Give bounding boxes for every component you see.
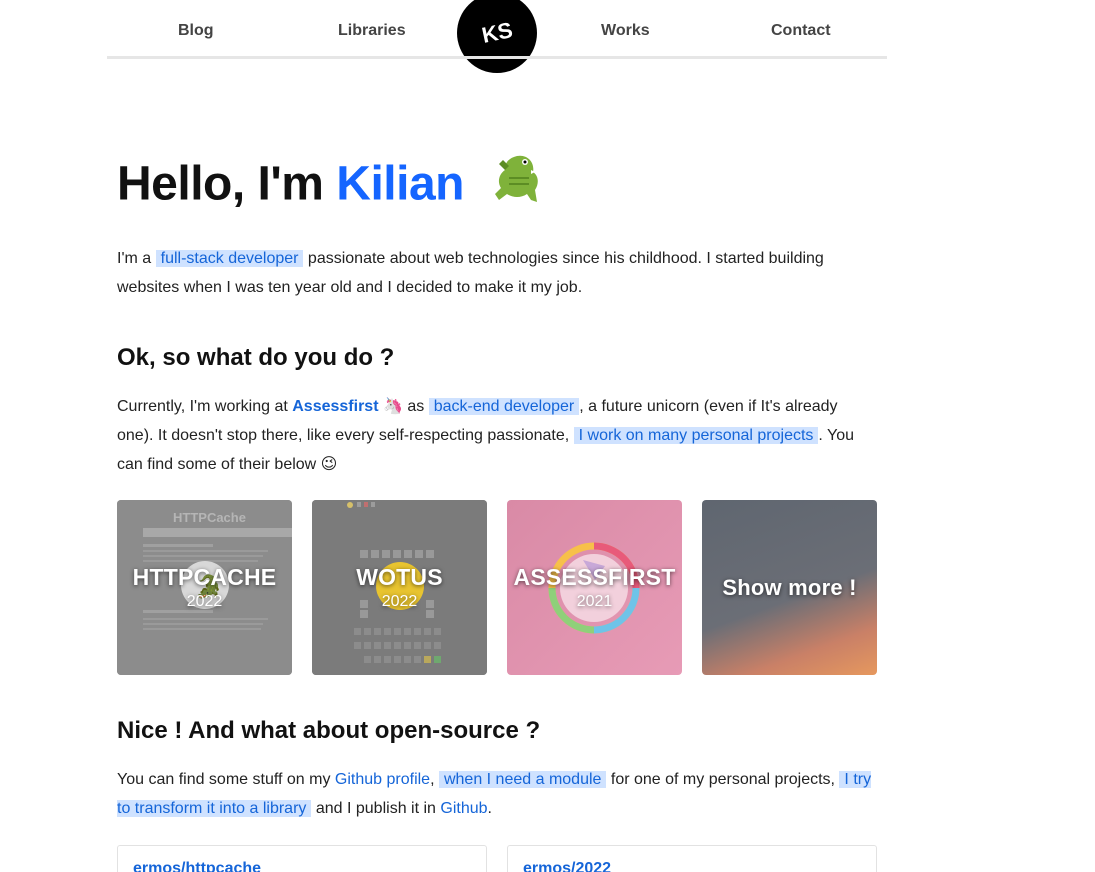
crocodile-icon (489, 150, 545, 224)
winking-face-icon: 😉 (320, 456, 338, 473)
project-year: 2022 (186, 593, 223, 610)
section-open-source-title: Nice ! And what about open-source ? (117, 717, 541, 744)
github-link[interactable]: Github (440, 800, 487, 817)
oss-text-5: . (487, 800, 492, 817)
oss-text-2: , (430, 771, 439, 788)
project-year: 2022 (381, 593, 418, 610)
project-card-overlay: HTTPCACHE 2022 (117, 500, 292, 675)
github-profile-link[interactable]: Github profile (335, 771, 430, 788)
nav-divider (107, 56, 887, 59)
work-text-1: Currently, I'm working at (117, 398, 293, 415)
project-title: WOTUS (356, 564, 443, 590)
main-content: Hello, I'm Kilian I'm a full-stack devel… (117, 150, 877, 872)
project-card-overlay: ASSESSFIRST 2021 (507, 500, 682, 675)
oss-text-4: and I publish it in (311, 800, 441, 817)
project-year: 2021 (576, 593, 613, 610)
personal-projects-highlight: I work on many personal projects (573, 427, 819, 444)
project-title: HTTPCACHE (132, 564, 277, 590)
repo-name[interactable]: ermos/httpcache (133, 860, 261, 872)
project-card-wotus[interactable]: WOTUS 2022 (312, 500, 487, 675)
logo-home-button[interactable]: KS (457, 0, 537, 73)
projects-grid: HTTPCache 🐊 HTTPCACHE 2022 WOTUS 2022 AS… (117, 500, 877, 675)
intro-paragraph: I'm a full-stack developer passionate ab… (117, 244, 877, 302)
module-highlight: when I need a module (438, 771, 607, 788)
work-text-2: as (402, 398, 429, 415)
repo-card[interactable]: ermos/2022 (507, 845, 877, 872)
repo-list: ermos/httpcache ermos/2022 (117, 845, 877, 872)
nav-works-link[interactable]: Works (601, 22, 650, 40)
work-paragraph: Currently, I'm working at Assessfirst 🦄 … (117, 392, 877, 479)
open-source-paragraph: You can find some stuff on my Github pro… (117, 765, 877, 823)
project-title: ASSESSFIRST (513, 564, 676, 590)
hero-title: Hello, I'm Kilian (117, 150, 877, 224)
hero-name: Kilian (336, 157, 464, 211)
nav-blog-link[interactable]: Blog (178, 22, 214, 40)
oss-text-3: for one of my personal projects, (606, 771, 840, 788)
back-end-highlight: back-end developer (428, 398, 580, 415)
section-what-do-you-do-title: Ok, so what do you do ? (117, 344, 395, 371)
project-card-overlay: WOTUS 2022 (312, 500, 487, 675)
show-more-overlay: Show more ! (702, 500, 877, 675)
oss-text-1: You can find some stuff on my (117, 771, 335, 788)
project-card-assessfirst[interactable]: ASSESSFIRST 2021 (507, 500, 682, 675)
show-more-label: Show more ! (722, 574, 857, 600)
hero-greeting: Hello, I'm (117, 157, 337, 211)
top-navigation: Blog Libraries KS Works Contact (107, 0, 887, 73)
full-stack-highlight: full-stack developer (155, 250, 304, 267)
assessfirst-link[interactable]: Assessfirst (292, 398, 378, 415)
nav-libraries-link[interactable]: Libraries (338, 22, 406, 40)
logo-text: KS (479, 17, 515, 48)
repo-name[interactable]: ermos/2022 (523, 860, 611, 872)
intro-text-1: I'm a (117, 250, 156, 267)
repo-card[interactable]: ermos/httpcache (117, 845, 487, 872)
nav-contact-link[interactable]: Contact (771, 22, 831, 40)
unicorn-icon: 🦄 (382, 398, 403, 415)
show-more-card[interactable]: Show more ! (702, 500, 877, 675)
project-card-httpcache[interactable]: HTTPCache 🐊 HTTPCACHE 2022 (117, 500, 292, 675)
